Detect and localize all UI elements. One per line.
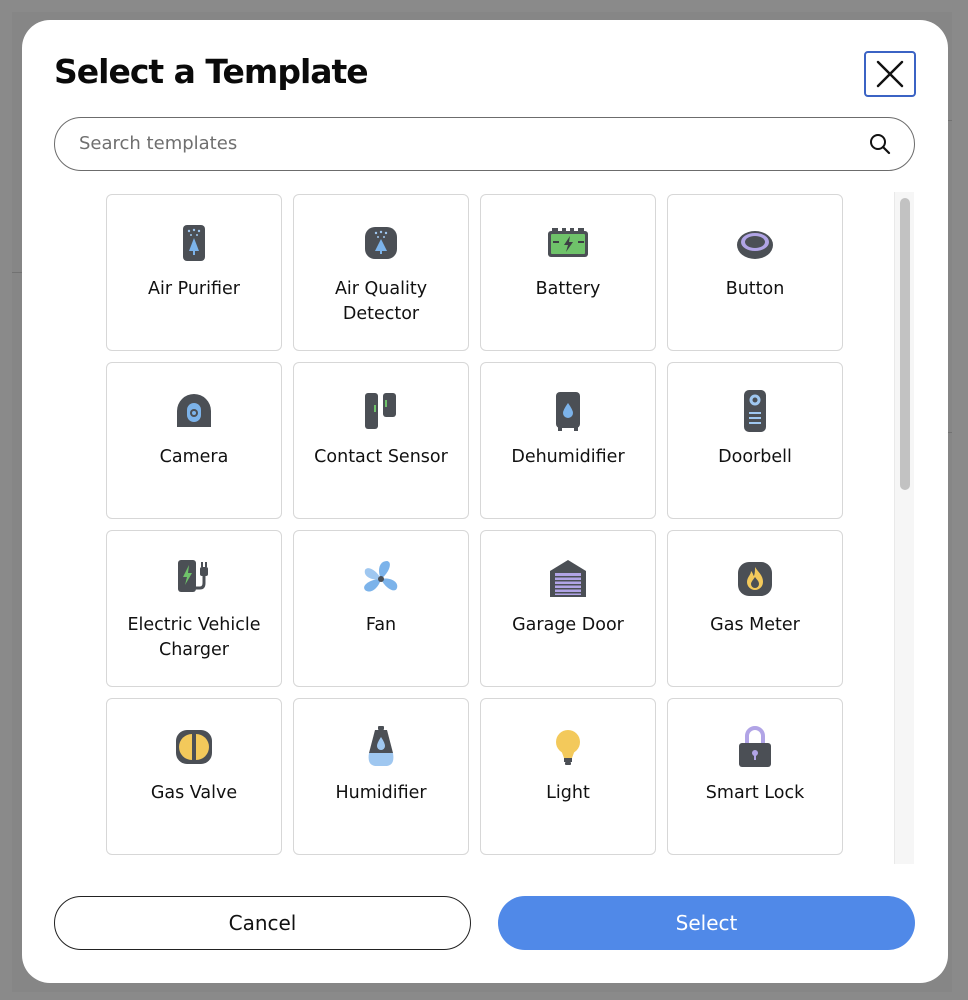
template-card-dehumidifier[interactable]: Dehumidifier	[480, 362, 656, 519]
template-label: Dehumidifier	[511, 447, 625, 467]
search-icon[interactable]	[868, 132, 892, 156]
template-label: Fan	[365, 615, 397, 635]
doorbell-icon	[731, 387, 779, 435]
camera-icon	[170, 387, 218, 435]
template-card-gas-meter[interactable]: Gas Meter	[667, 530, 843, 687]
contact-sensor-icon	[357, 387, 405, 435]
light-bulb-icon	[544, 723, 592, 771]
template-card-smart-lock[interactable]: Smart Lock	[667, 698, 843, 855]
template-card-gas-valve[interactable]: Gas Valve	[106, 698, 282, 855]
button-icon	[731, 219, 779, 267]
air-quality-detector-icon	[357, 219, 405, 267]
template-grid: Air Purifier Air Quality Detector Batter…	[106, 194, 843, 864]
template-label: Gas Meter	[710, 615, 800, 635]
dialog-title: Select a Template	[54, 52, 369, 91]
ev-charger-icon	[170, 555, 218, 603]
air-purifier-icon	[170, 219, 218, 267]
template-card-battery[interactable]: Battery	[480, 194, 656, 351]
battery-icon	[544, 219, 592, 267]
select-button[interactable]: Select	[498, 896, 915, 950]
close-icon	[876, 60, 904, 88]
template-card-light[interactable]: Light	[480, 698, 656, 855]
grid-scrollbar[interactable]	[894, 192, 914, 864]
template-label: Camera	[159, 447, 229, 467]
template-card-contact-sensor[interactable]: Contact Sensor	[293, 362, 469, 519]
template-label: Doorbell	[718, 447, 792, 467]
template-card-electric-vehicle-charger[interactable]: Electric Vehicle Charger	[106, 530, 282, 687]
humidifier-icon	[357, 723, 405, 771]
template-label: Humidifier	[335, 783, 427, 803]
template-label: Air Purifier	[148, 279, 240, 299]
template-card-doorbell[interactable]: Doorbell	[667, 362, 843, 519]
template-grid-viewport: Air Purifier Air Quality Detector Batter…	[106, 192, 898, 864]
template-label: Air Quality Detector	[334, 279, 428, 324]
template-card-garage-door[interactable]: Garage Door	[480, 530, 656, 687]
template-label: Electric Vehicle Charger	[127, 615, 261, 660]
search-bar	[54, 117, 915, 171]
gas-valve-icon	[170, 723, 218, 771]
search-input[interactable]	[79, 118, 839, 169]
template-label: Garage Door	[512, 615, 624, 635]
fan-icon	[357, 555, 405, 603]
select-template-dialog: Select a Template Search templates Air P…	[22, 20, 948, 983]
template-label: Gas Valve	[150, 783, 238, 803]
cancel-button[interactable]: Cancel	[54, 896, 471, 950]
close-button[interactable]	[864, 51, 916, 97]
template-card-humidifier[interactable]: Humidifier	[293, 698, 469, 855]
dehumidifier-icon	[544, 387, 592, 435]
template-card-fan[interactable]: Fan	[293, 530, 469, 687]
template-card-button[interactable]: Button	[667, 194, 843, 351]
garage-door-icon	[544, 555, 592, 603]
template-label: Contact Sensor	[314, 447, 448, 467]
template-label: Light	[546, 783, 590, 803]
template-card-camera[interactable]: Camera	[106, 362, 282, 519]
smart-lock-icon	[731, 723, 779, 771]
gas-meter-icon	[731, 555, 779, 603]
scrollbar-thumb[interactable]	[900, 198, 910, 490]
template-card-air-quality-detector[interactable]: Air Quality Detector	[293, 194, 469, 351]
template-card-air-purifier[interactable]: Air Purifier	[106, 194, 282, 351]
template-label: Battery	[535, 279, 601, 299]
template-label: Smart Lock	[705, 783, 805, 803]
template-label: Button	[725, 279, 785, 299]
